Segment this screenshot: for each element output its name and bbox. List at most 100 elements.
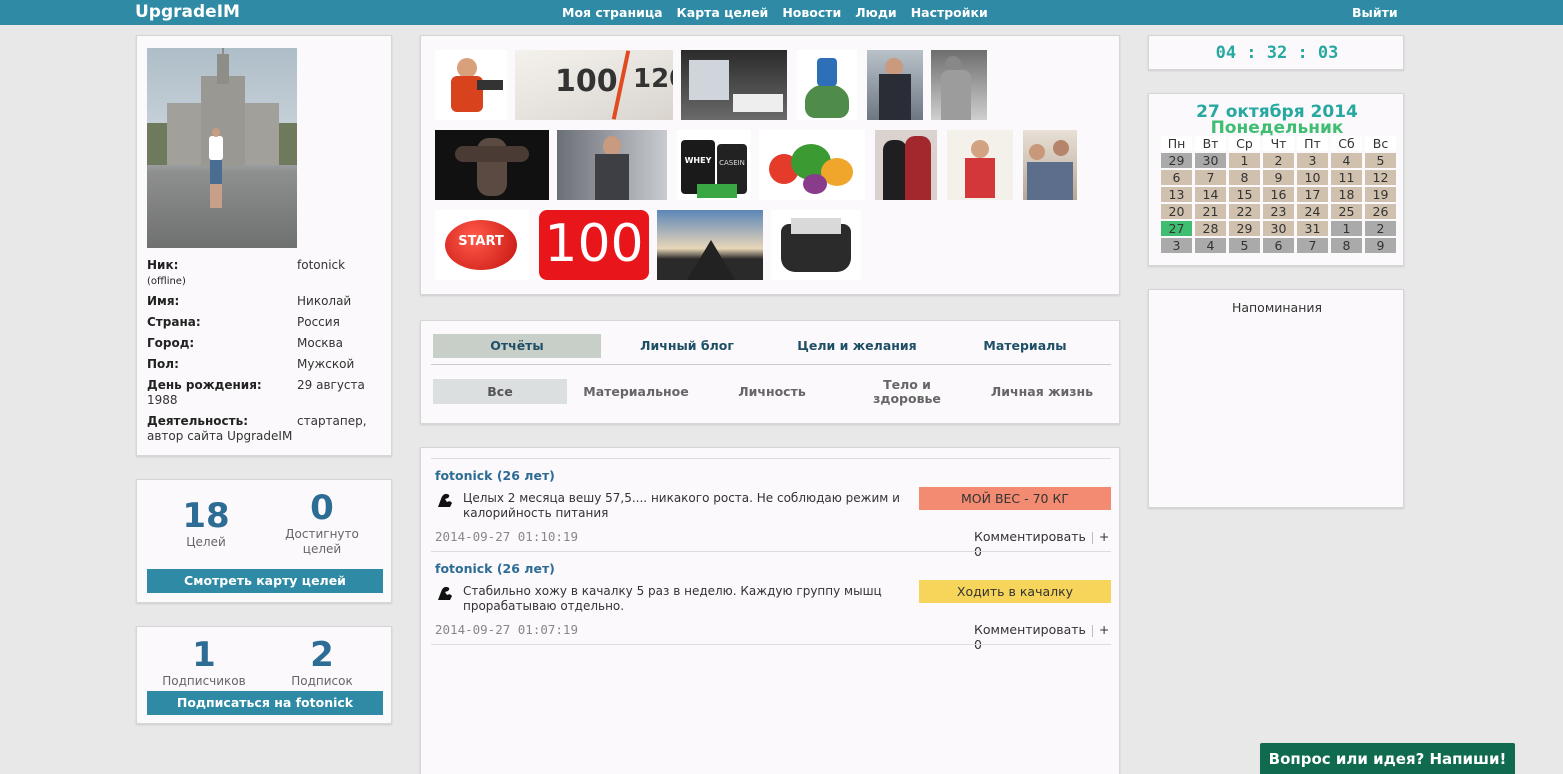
calendar-day[interactable]: 5 [1365,153,1396,168]
feedback-button[interactable]: Вопрос или идея? Напиши! [1258,741,1517,774]
calendar-day[interactable]: 16 [1263,187,1294,202]
calendar-day[interactable]: 5 [1229,238,1260,253]
calendar-day[interactable]: 3 [1161,238,1192,253]
weekday-header: Ср [1229,136,1260,151]
subtab-personality[interactable]: Личность [705,385,839,399]
post-text: Стабильно хожу в качалку 5 раз в неделю.… [463,584,882,613]
tabs-card: Отчёты Личный блог Цели и желания Матери… [420,320,1120,424]
calendar-day[interactable]: 4 [1195,238,1226,253]
calendar-day[interactable]: 1 [1331,221,1362,236]
thumb-couple[interactable] [875,130,937,200]
calendar-day[interactable]: 4 [1331,153,1362,168]
calendar-day[interactable]: 9 [1365,238,1396,253]
post-author[interactable]: fotonick (26 лет) [435,468,555,483]
thumb-100[interactable]: 100 [539,210,649,280]
thumb-bodybuilder[interactable] [435,130,549,200]
calendar-day[interactable]: 14 [1195,187,1226,202]
calendar-day[interactable]: 24 [1297,204,1328,219]
calendar-day[interactable]: 13 [1161,187,1192,202]
calendar-day[interactable]: 22 [1229,204,1260,219]
post-actions: Комментировать+ 0 [974,529,1114,559]
comment-link[interactable]: Комментировать [974,622,1086,637]
calendar-day[interactable]: 30 [1263,221,1294,236]
nav-settings[interactable]: Настройки [911,5,988,20]
scale-number-120: 120 [633,64,673,94]
nav-goal-map[interactable]: Карта целей [677,5,769,20]
thumb-dumbbell[interactable] [435,50,507,120]
thumb-superhero-kid[interactable] [947,130,1013,200]
thumb-mountain[interactable] [657,210,763,280]
subtab-all[interactable]: Все [433,379,567,404]
nav-people[interactable]: Люди [855,5,896,20]
subtab-personal-life[interactable]: Личная жизнь [975,385,1109,399]
weekday-header: Пт [1297,136,1328,151]
subtab-material[interactable]: Материальное [569,385,703,399]
calendar-day[interactable]: 29 [1229,221,1260,236]
calendar-day[interactable]: 6 [1263,238,1294,253]
calendar-day[interactable]: 6 [1161,170,1192,185]
thumb-businessman[interactable] [557,130,667,200]
nav-my-page[interactable]: Моя страница [562,5,663,20]
tab-personal-blog[interactable]: Личный блог [603,334,771,358]
thumb-vegetables[interactable] [759,130,865,200]
calendar-day[interactable]: 1 [1229,153,1260,168]
calendar-day[interactable]: 29 [1161,153,1192,168]
city-value: Москва [297,336,343,350]
calendar-day[interactable]: 10 [1297,170,1328,185]
calendar-day[interactable]: 23 [1263,204,1294,219]
calendar-day[interactable]: 11 [1331,170,1362,185]
calendar-day[interactable]: 7 [1195,170,1226,185]
subtab-body-health[interactable]: Тело и здоровье [867,378,947,406]
thumb-torso[interactable] [931,50,987,120]
tab-goals-wishes[interactable]: Цели и желания [773,334,941,358]
calendar-day[interactable]: 30 [1195,153,1226,168]
logout-link[interactable]: Выйти [1352,5,1398,20]
calendar-day[interactable]: 25 [1331,204,1362,219]
calendar-day[interactable]: 12 [1365,170,1396,185]
calendar-day[interactable]: 7 [1297,238,1328,253]
activity-value: стартапер, [297,414,367,428]
site-logo[interactable]: UpgradeIM [135,2,240,22]
thumb-interior[interactable] [681,50,787,120]
goals-count-label: Целей [186,535,226,549]
post-author[interactable]: fotonick (26 лет) [435,561,555,576]
nav-news[interactable]: Новости [782,5,841,20]
city-label: Город: [147,336,195,350]
calendar-day[interactable]: 20 [1161,204,1192,219]
tab-materials[interactable]: Материалы [941,334,1109,358]
calendar-day[interactable]: 2 [1365,221,1396,236]
achieved-label: Достигнуто целей [285,527,359,556]
thumb-start-button[interactable]: START [435,210,529,280]
birthday-label: День рождения: [147,378,262,392]
activity-extra: автор сайта UpgradeIM [147,429,293,443]
calendar-day-today[interactable]: 27 [1161,221,1192,236]
calendar-day[interactable]: 15 [1229,187,1260,202]
subscribe-button[interactable]: Подписаться на fotonick [147,691,383,715]
calendar-day[interactable]: 9 [1263,170,1294,185]
calendar-day[interactable]: 18 [1331,187,1362,202]
thumb-party[interactable] [1023,130,1077,200]
calendar-day[interactable]: 17 [1297,187,1328,202]
thumb-money-bag[interactable] [771,210,861,280]
calendar-day[interactable]: 8 [1331,238,1362,253]
calendar-day[interactable]: 8 [1229,170,1260,185]
thumb-money-man[interactable] [797,50,857,120]
calendar-day[interactable]: 2 [1263,153,1294,168]
calendar-day[interactable]: 21 [1195,204,1226,219]
post-goal-badge[interactable]: Ходить в качалку [919,580,1111,603]
tab-reports[interactable]: Отчёты [433,334,601,358]
thumb-man-suit[interactable] [867,50,923,120]
thumb-supplements[interactable]: WHEY CASEIN [677,130,751,200]
thumb-scale[interactable]: 100 120 [515,50,673,120]
post-goal-badge[interactable]: МОЙ ВЕС - 70 КГ [919,487,1111,510]
calendar-day[interactable]: 19 [1365,187,1396,202]
calendar-day[interactable]: 31 [1297,221,1328,236]
calendar-day[interactable]: 26 [1365,204,1396,219]
followers-label: Подписчиков [162,674,246,688]
profile-photo[interactable] [147,48,297,248]
view-goal-map-button[interactable]: Смотреть карту целей [147,569,383,593]
calendar-day[interactable]: 3 [1297,153,1328,168]
calendar-day[interactable]: 28 [1195,221,1226,236]
comment-link[interactable]: Комментировать [974,529,1086,544]
followers-count: 1 [192,635,216,675]
